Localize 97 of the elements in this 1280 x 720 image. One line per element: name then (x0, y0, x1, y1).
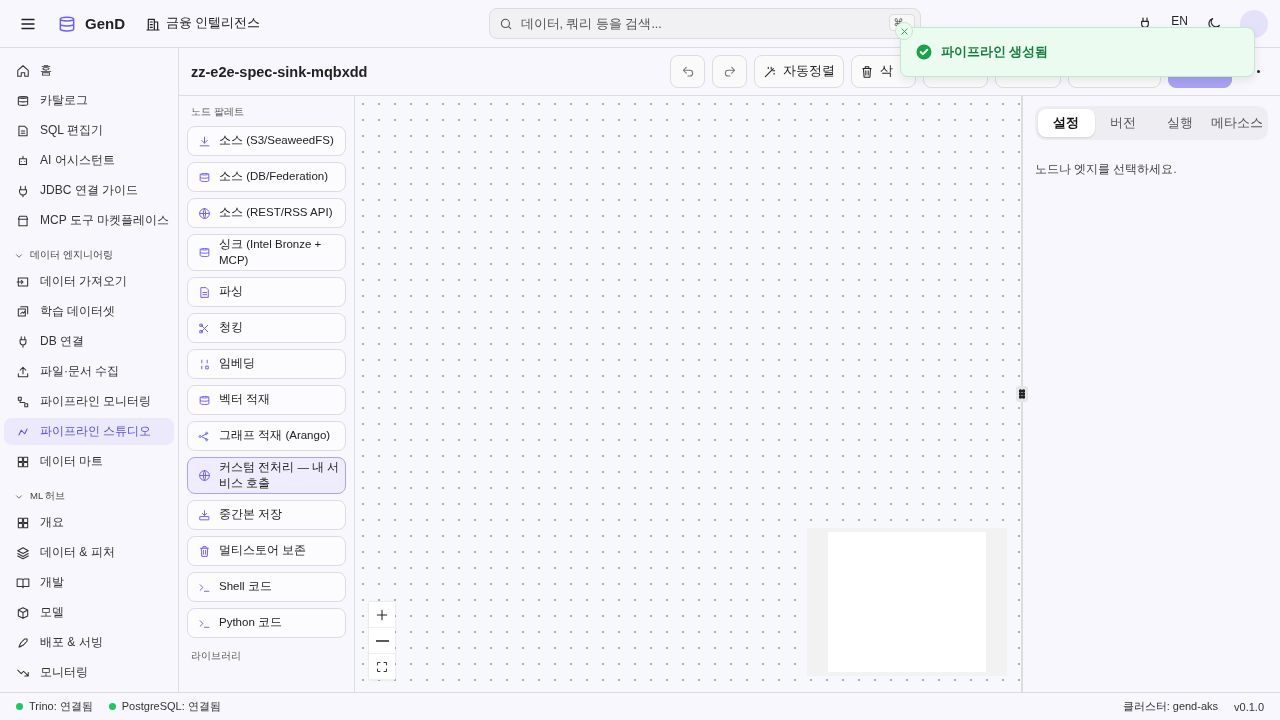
sidebar-item[interactable]: 파이프라인 모니터링 (4, 388, 174, 415)
download-icon (198, 134, 211, 148)
plus-icon (375, 607, 389, 622)
zoom-in-button[interactable] (369, 602, 395, 628)
palette-node[interactable]: 청킹 (187, 313, 346, 344)
zoom-out-button[interactable] (369, 628, 395, 654)
tab[interactable]: 버전 (1094, 109, 1152, 137)
minus-icon (375, 639, 389, 642)
sidebar-item[interactable]: 모니터링 (4, 659, 174, 686)
sidebar-item[interactable]: 파일·문서 수집 (4, 358, 174, 385)
plug-icon (16, 183, 30, 198)
toolbar-button[interactable]: 자동정렬 (754, 55, 844, 88)
trash-icon (198, 544, 211, 558)
section-header[interactable]: 데이터 엔지니어링 (4, 237, 174, 268)
tab[interactable]: 실행 (1151, 109, 1209, 137)
palette-node[interactable]: 임베딩 (187, 349, 346, 380)
resize-handle[interactable] (1016, 386, 1028, 402)
document-icon (198, 285, 211, 299)
document-icon (16, 123, 30, 138)
sidebar-item[interactable]: 파이프라인 스튜디오 (4, 418, 174, 445)
box-icon (16, 605, 30, 620)
workspace-selector[interactable]: 금융 인텔리전스 (166, 15, 261, 32)
import-icon (16, 274, 30, 289)
sidebar-item[interactable]: 데이터 마트 (4, 448, 174, 475)
share-icon (198, 429, 211, 443)
database-icon (198, 393, 211, 407)
more-icon[interactable] (1257, 70, 1260, 73)
section-header[interactable]: ML 허브 (4, 478, 174, 509)
palette-title: 노드 팔레트 (191, 106, 245, 119)
palette-node[interactable]: 커스텀 전처리 — 내 서비스 호출 (187, 457, 346, 495)
palette-node[interactable]: 싱크 (Intel Bronze + MCP) (187, 234, 346, 272)
fit-view-button[interactable] (369, 654, 395, 680)
check-circle-icon (915, 43, 933, 61)
sidebar-item[interactable]: JDBC 연결 가이드 (4, 177, 174, 204)
close-icon (899, 26, 909, 36)
palette-node[interactable]: 그래프 적재 (Arango) (187, 421, 346, 452)
upload-icon (16, 364, 30, 379)
palette-node[interactable]: 소스 (S3/SeaweedFS) (187, 126, 346, 156)
palette-node[interactable]: Python 코드 (187, 608, 346, 639)
language-button[interactable]: EN (1171, 14, 1188, 27)
connection-status: PostgreSQL: 연결됨 (121, 699, 221, 714)
palette-node[interactable]: 소스 (REST/RSS API) (187, 198, 346, 228)
undo-icon (680, 64, 695, 79)
layers-icon (16, 545, 30, 560)
redo-icon (722, 64, 737, 79)
store-icon (16, 213, 30, 228)
tray-download-icon (198, 508, 211, 522)
grip-icon (1019, 389, 1025, 399)
sidebar-item[interactable]: SQL 편집기 (4, 117, 174, 144)
database-icon (16, 93, 30, 108)
workflow-icon (16, 394, 30, 409)
scissors-icon (198, 321, 211, 335)
library-title: 라이브러리 (191, 650, 242, 664)
palette-node[interactable]: Shell 코드 (187, 572, 346, 603)
robot-icon (16, 153, 30, 168)
database-icon (198, 170, 211, 184)
pipeline-title: zz-e2e-spec-sink-mqbxdd (191, 63, 368, 80)
empty-message: 노드나 엣지를 선택하세요. (1035, 162, 1178, 177)
palette-node[interactable]: 멀티스토어 보존 (187, 536, 346, 567)
sidebar-item[interactable]: 카탈로그 (4, 87, 174, 114)
sidebar-item[interactable]: 데이터 & 피처 (4, 539, 174, 566)
plug-icon (16, 334, 30, 349)
tab[interactable]: 설정 (1038, 109, 1095, 137)
sidebar-item[interactable]: 학습 데이터셋 (4, 298, 174, 325)
database-logo-icon (57, 13, 77, 34)
brand-name: GenD (85, 15, 125, 32)
magic-wand-icon (763, 64, 777, 79)
sidebar-item[interactable]: 홈 (4, 57, 174, 84)
sidebar-item[interactable]: 데이터 가져오기 (4, 268, 174, 295)
sidebar-item[interactable]: DB 연결 (4, 328, 174, 355)
version-label: v0.1.0 (1234, 700, 1264, 713)
fullscreen-icon (376, 660, 388, 673)
search-icon (498, 17, 513, 31)
toast-message: 파이프라인 생성됨 (941, 43, 1049, 61)
connection-status: Trino: 연결됨 (29, 699, 93, 714)
palette-node[interactable]: 벡터 적재 (187, 385, 346, 416)
cluster-label: 클러스터: gend-aks (1122, 699, 1219, 714)
home-icon (16, 63, 30, 78)
grid-icon (16, 515, 30, 530)
tab[interactable]: 메타소스 (1208, 109, 1265, 137)
palette-node[interactable]: 중간본 저장 (187, 500, 346, 531)
sidebar-item[interactable]: MCP 도구 마켓플레이스 (4, 207, 174, 234)
sidebar-item[interactable]: 개요 (4, 509, 174, 536)
sidebar-item[interactable]: 개발 (4, 569, 174, 596)
palette-node[interactable]: 파싱 (187, 277, 346, 308)
sidebar-item[interactable]: 배포 & 서빙 (4, 629, 174, 656)
sidebar-item[interactable]: AI 어시스턴트 (4, 147, 174, 174)
globe-icon (198, 469, 211, 483)
database-icon (198, 246, 211, 259)
book-icon (16, 575, 30, 590)
image-stack-icon (16, 304, 30, 319)
globe-icon (198, 206, 211, 220)
grid-icon (16, 454, 30, 469)
sidebar-item[interactable]: 모델 (4, 599, 174, 626)
trash-icon (860, 64, 874, 79)
binary-icon (198, 357, 211, 371)
palette-node[interactable]: 소스 (DB/Federation) (187, 162, 346, 192)
